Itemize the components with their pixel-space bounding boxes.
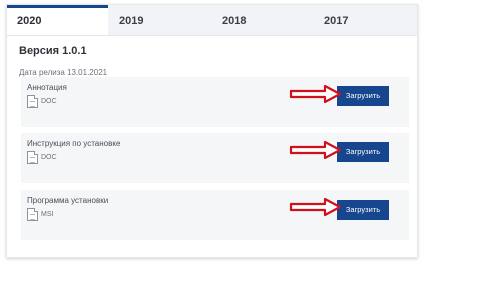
- red-arrow-annotation: [289, 197, 342, 217]
- file-type: DOC: [41, 154, 57, 161]
- tab-2020[interactable]: 2020: [7, 5, 108, 35]
- file-type: MSI: [41, 211, 54, 218]
- red-arrow-annotation: [289, 140, 342, 160]
- releases-panel: 2020 2019 2018 2017 Версия 1.0.1 Дата ре…: [6, 4, 418, 258]
- download-button[interactable]: Загрузить: [337, 200, 389, 220]
- tab-2018-label: 2018: [222, 15, 247, 27]
- tab-2020-label: 2020: [17, 15, 42, 27]
- file-title: Аннотация: [27, 83, 67, 92]
- file-title: Программа установки: [27, 196, 109, 205]
- tab-2019[interactable]: 2019: [119, 5, 143, 35]
- download-button[interactable]: Загрузить: [337, 142, 389, 162]
- tab-2017[interactable]: 2017: [324, 5, 348, 35]
- tab-2017-label: 2017: [324, 15, 349, 27]
- release-content: Версия 1.0.1 Дата релиза 13.01.2021 Анно…: [7, 35, 417, 257]
- release-date: Дата релиза 13.01.2021: [19, 68, 108, 77]
- tab-2018[interactable]: 2018: [222, 5, 246, 35]
- year-tabs: 2020 2019 2018 2017: [7, 5, 417, 36]
- file-row-install-guide: Инструкция по установке DOC Загрузить: [21, 133, 409, 183]
- red-arrow-annotation: [289, 84, 342, 104]
- file-doc-icon: [27, 95, 38, 108]
- download-button[interactable]: Загрузить: [337, 86, 389, 106]
- file-row-annotation: Аннотация DOC Загрузить: [21, 77, 409, 127]
- file-type: DOC: [41, 98, 57, 105]
- tab-2019-label: 2019: [119, 15, 144, 27]
- file-row-installer: Программа установки MSI Загрузить: [21, 190, 409, 240]
- version-title: Версия 1.0.1: [19, 45, 87, 57]
- file-doc-icon: [27, 151, 38, 164]
- file-msi-icon: [27, 208, 38, 221]
- file-title: Инструкция по установке: [27, 139, 121, 148]
